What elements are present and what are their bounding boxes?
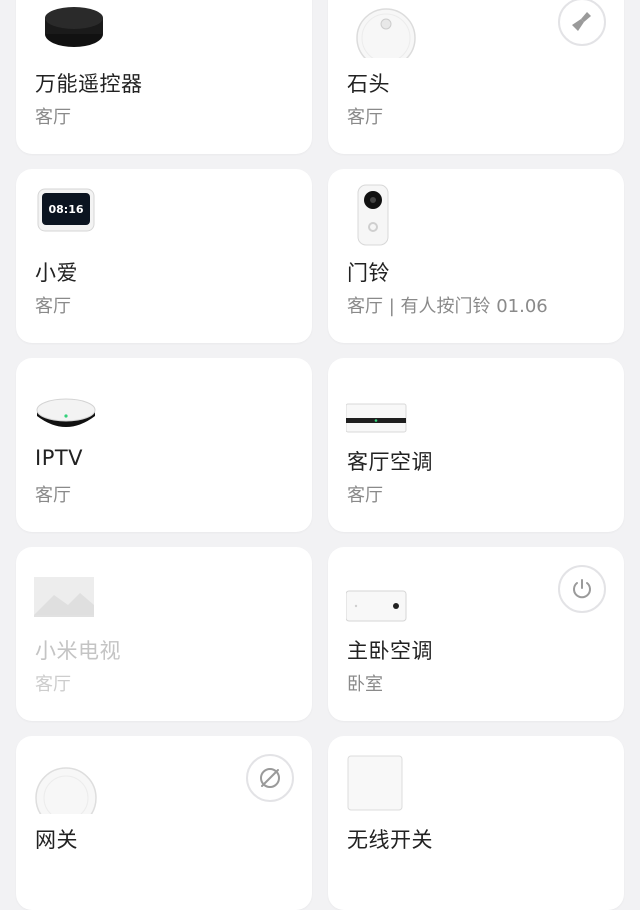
device-name: 主卧空调 bbox=[347, 639, 433, 663]
power-button[interactable] bbox=[558, 565, 606, 613]
device-card-iptv[interactable]: IPTV 客厅 bbox=[16, 358, 312, 532]
device-name: 无线开关 bbox=[347, 828, 433, 852]
device-name: 网关 bbox=[35, 828, 78, 852]
device-name: 石头 bbox=[347, 72, 390, 96]
air-conditioner-icon bbox=[346, 403, 407, 433]
display-clock: 08:16 bbox=[48, 203, 83, 216]
device-card-mi-tv[interactable]: 小米电视 客厅 bbox=[16, 547, 312, 721]
air-conditioner-icon bbox=[346, 590, 407, 622]
device-card-gateway[interactable]: 网关 bbox=[16, 736, 312, 910]
device-room: 卧室 bbox=[347, 674, 383, 695]
device-card-robot-vacuum[interactable]: 石头 客厅 bbox=[328, 0, 624, 154]
clean-button[interactable] bbox=[558, 0, 606, 46]
device-name: 小爱 bbox=[35, 261, 78, 285]
power-icon bbox=[573, 579, 591, 599]
device-room: 客厅 bbox=[35, 674, 71, 695]
device-card-living-room-ac[interactable]: 客厅空调 客厅 bbox=[328, 358, 624, 532]
device-name: IPTV bbox=[35, 446, 84, 470]
device-card-doorbell[interactable]: 门铃 客厅 | 有人按门铃 01.06 bbox=[328, 169, 624, 343]
device-card-xiaoai[interactable]: 08:16 小爱 客厅 bbox=[16, 169, 312, 343]
doorbell-icon bbox=[357, 184, 389, 246]
gateway-icon bbox=[35, 767, 97, 814]
device-card-master-bedroom-ac[interactable]: 主卧空调 卧室 bbox=[328, 547, 624, 721]
device-room: 客厅 bbox=[347, 485, 383, 506]
device-room: 客厅 bbox=[35, 485, 71, 506]
device-card-wireless-switch[interactable]: 无线开关 bbox=[328, 736, 624, 910]
television-icon bbox=[34, 577, 94, 617]
tv-box-icon bbox=[36, 398, 96, 427]
device-room: 客厅 bbox=[347, 107, 383, 128]
device-grid: 万能遥控器 客厅 石头 客厅 08:16 小爱 客厅 门铃 客厅 | 有人按门铃… bbox=[0, 0, 640, 910]
disconnected-icon bbox=[259, 768, 280, 788]
remote-hub-icon bbox=[45, 7, 103, 47]
disconnected-button[interactable] bbox=[246, 754, 294, 802]
device-name: 万能遥控器 bbox=[35, 72, 143, 96]
robot-vacuum-icon bbox=[356, 8, 416, 58]
device-room: 客厅 bbox=[35, 107, 71, 128]
device-name: 门铃 bbox=[347, 261, 390, 285]
device-room: 客厅 | 有人按门铃 01.06 bbox=[347, 296, 548, 317]
device-room: 客厅 bbox=[35, 296, 71, 317]
broom-icon bbox=[572, 12, 591, 31]
device-name: 客厅空调 bbox=[347, 450, 433, 474]
device-card-universal-remote[interactable]: 万能遥控器 客厅 bbox=[16, 0, 312, 154]
wireless-switch-icon bbox=[347, 755, 403, 811]
smart-display-icon: 08:16 bbox=[37, 188, 95, 232]
device-name: 小米电视 bbox=[35, 639, 121, 663]
